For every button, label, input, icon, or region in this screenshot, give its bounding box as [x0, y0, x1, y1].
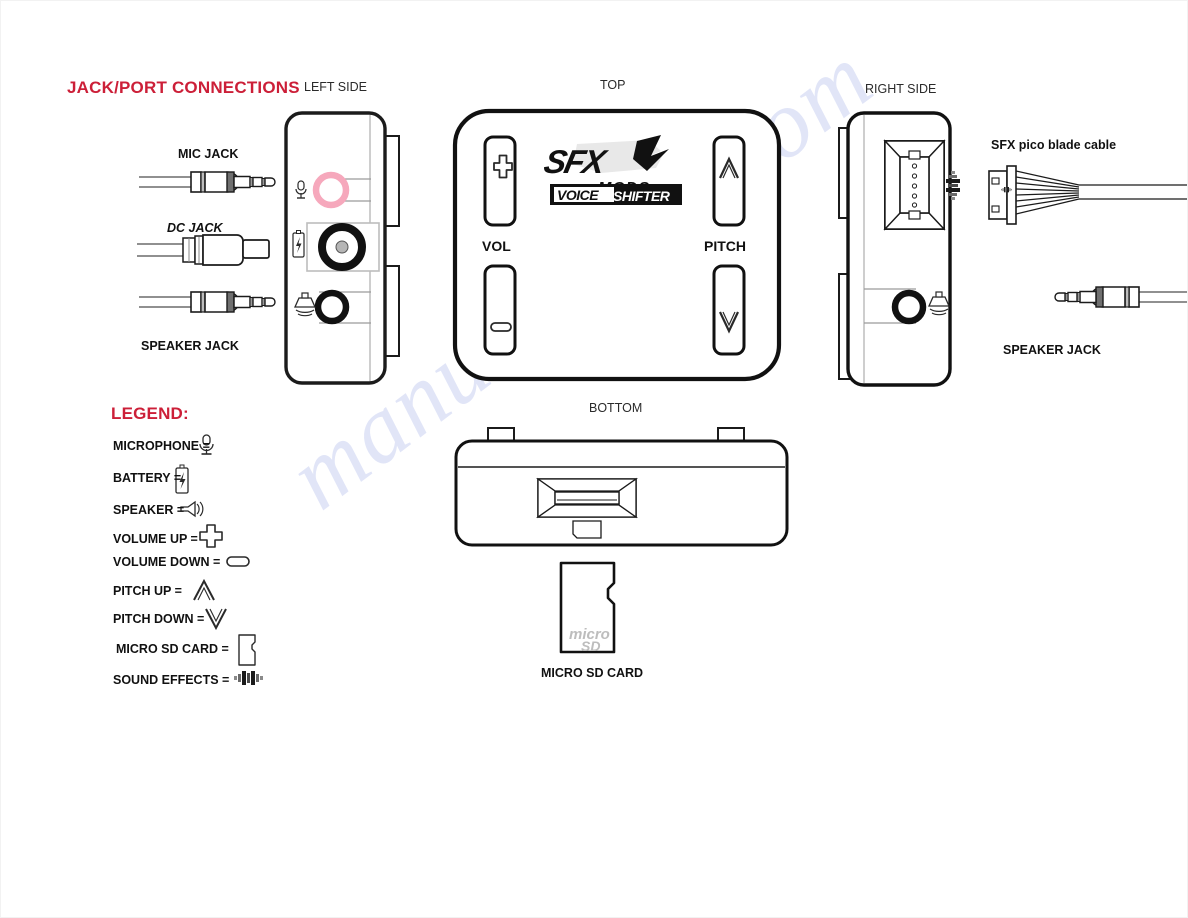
- dc-jack-illustration: [137, 234, 270, 266]
- view-label-top: TOP: [600, 78, 626, 92]
- legend-item-pitch-down: PITCH DOWN =: [113, 612, 204, 626]
- legend-label: PITCH DOWN =: [113, 612, 205, 626]
- micro-sd-label: MICRO SD CARD: [541, 666, 644, 680]
- pitch-label: PITCH: [704, 238, 746, 254]
- mic-jack-label: MIC JACK: [178, 147, 239, 161]
- page-title: JACK/PORT CONNECTIONS: [67, 78, 300, 97]
- legend-title: LEGEND:: [111, 404, 189, 423]
- view-label-bottom: BOTTOM: [589, 401, 643, 415]
- legend-item-sound-effects: SOUND EFFECTS =: [113, 673, 229, 687]
- legend-label: SOUND EFFECTS =: [113, 673, 230, 687]
- view-label-right: RIGHT SIDE: [865, 82, 937, 96]
- legend-item-microphone: MICROPHONE =: [113, 439, 210, 453]
- speaker-jack-label-right: SPEAKER JACK: [1003, 343, 1101, 357]
- speaker-jack-illustration-left: [138, 291, 276, 313]
- legend-item-pitch-up: PITCH UP =: [113, 584, 182, 598]
- speaker-jack-illustration-right: [1054, 286, 1187, 308]
- legend-item-micro-sd: MICRO SD CARD =: [116, 642, 229, 656]
- sound-effects-icon: [234, 671, 263, 685]
- speaker-jack-label-left: SPEAKER JACK: [141, 339, 239, 353]
- svg-text:SHIFTER: SHIFTER: [613, 188, 671, 204]
- pico-blade-cable-illustration: [988, 165, 1187, 225]
- device-right-side-view: [838, 111, 960, 387]
- legend-label: SPEAKER =: [113, 503, 185, 517]
- legend-label: BATTERY =: [113, 471, 182, 485]
- legend-item-speaker: SPEAKER =: [113, 503, 184, 517]
- svg-text:SFX: SFX: [541, 144, 611, 181]
- legend-label: MICRO SD CARD =: [116, 642, 229, 656]
- device-bottom-view: [454, 427, 789, 547]
- minus-icon: [490, 322, 512, 332]
- micro-sd-card-illustration: micro SD: [559, 561, 616, 654]
- chevron-down-icon: [205, 608, 227, 631]
- svg-text:VOICE: VOICE: [557, 187, 599, 203]
- legend-label: PITCH UP =: [113, 584, 182, 598]
- minus-icon: [226, 556, 250, 567]
- view-label-left: LEFT SIDE: [304, 80, 367, 94]
- speaker-icon: [180, 501, 204, 517]
- legend-item-battery: BATTERY =: [113, 471, 181, 485]
- device-left-side-view: [284, 111, 400, 385]
- sd-face-sd: SD: [581, 638, 600, 654]
- sd-card-icon: [238, 634, 256, 666]
- legend-label: MICROPHONE =: [113, 439, 210, 453]
- voice-shifter-logo: VOICE SHIFTER: [550, 184, 682, 205]
- battery-icon: [292, 230, 305, 258]
- chevron-up-icon: [193, 578, 215, 601]
- legend-label: VOLUME DOWN =: [113, 555, 221, 569]
- legend-item-volume-up: VOLUME UP =: [113, 532, 198, 546]
- vol-label: VOL: [482, 238, 511, 254]
- manual-page: manualshive.com JACK/PORT CONNECTIONS LE…: [0, 0, 1188, 918]
- mic-jack-illustration: [138, 171, 276, 193]
- pico-cable-label: SFX pico blade cable: [991, 138, 1117, 152]
- dc-jack-label: DC JACK: [167, 221, 223, 235]
- legend-item-volume-down: VOLUME DOWN =: [113, 555, 220, 569]
- plus-icon: [199, 524, 223, 548]
- legend-label: VOLUME UP =: [113, 532, 198, 546]
